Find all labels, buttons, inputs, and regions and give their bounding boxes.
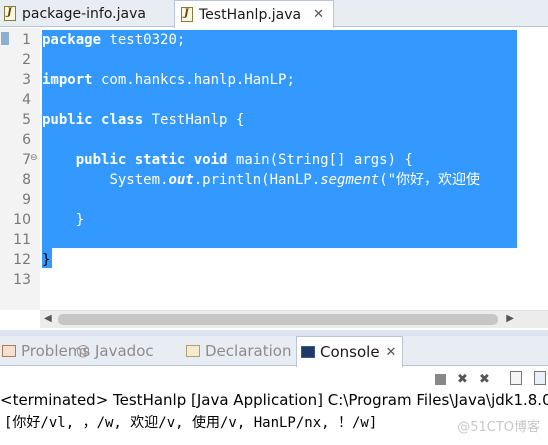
line-number: 10 — [13, 212, 31, 228]
code-line-1: package test0320; — [42, 30, 185, 50]
terminate-icon[interactable] — [435, 374, 446, 385]
panel-tab-bar: Problems @ Javadoc Declaration Console ✕ — [0, 336, 548, 367]
pin-console-icon[interactable] — [534, 371, 546, 385]
code-text: TestHanlp { — [143, 112, 245, 128]
line-number: 4 — [22, 92, 31, 108]
keyword: import — [42, 72, 93, 88]
code-editor[interactable]: 1 2 3 4 5 6 7 8 9 10 11 12 13 ⊖ package … — [0, 28, 548, 330]
tab-console[interactable]: Console ✕ — [296, 336, 404, 367]
text-selection — [42, 30, 517, 248]
line-number: 12 — [13, 252, 31, 268]
line-number: 6 — [22, 132, 31, 148]
remove-all-terminated-icon[interactable]: ✖ — [479, 372, 490, 387]
close-icon[interactable]: ✕ — [386, 345, 397, 360]
line-number: 1 — [22, 32, 31, 48]
watermark: @51CTO博客 — [457, 420, 540, 435]
code-text: ("你好，欢迎使 — [379, 172, 481, 188]
scroll-left-icon[interactable]: ◀ — [44, 313, 52, 324]
java-file-icon: J — [181, 7, 193, 22]
tab-declaration[interactable]: Declaration — [186, 336, 291, 366]
keyword: package — [42, 32, 102, 48]
code-line-7: public static void main(String[] args) { — [42, 150, 413, 170]
tab-label: Javadoc — [95, 342, 154, 360]
declaration-icon — [186, 345, 200, 357]
keyword: public — [42, 112, 93, 128]
static-field: out — [168, 172, 194, 188]
keyword: public — [75, 152, 127, 168]
problems-icon — [2, 345, 16, 357]
line-number: 3 — [22, 72, 31, 88]
code-text: } — [75, 212, 85, 228]
java-file-icon: J — [4, 6, 16, 21]
code-text: main(String[] args) { — [227, 152, 413, 168]
tab-label: Console — [320, 343, 380, 361]
keyword: static — [134, 152, 186, 168]
console-icon — [301, 346, 315, 358]
code-text: .println(HanLP. — [193, 172, 321, 188]
code-text: com.hankcs.hanlp.HanLP; — [92, 72, 295, 88]
line-number: 2 — [22, 52, 31, 68]
keyword: class — [101, 112, 144, 128]
line-number: 9 — [22, 192, 31, 208]
line-number: 8 — [22, 172, 31, 188]
tab-package-info[interactable]: J package-info.java — [0, 0, 170, 27]
current-line-marker — [1, 32, 9, 45]
code-line-12: } — [42, 250, 50, 270]
clear-console-icon[interactable] — [510, 371, 522, 385]
code-line-8: System.out.println(HanLP.segment("你好，欢迎使 — [42, 170, 480, 190]
scrollbar-thumb[interactable] — [58, 314, 498, 325]
tab-label: package-info.java — [22, 5, 146, 22]
code-line-5: public class TestHanlp { — [42, 110, 244, 130]
line-number: 5 — [22, 112, 31, 128]
console-status: <terminated> TestHanlp [Java Application… — [0, 391, 548, 409]
code-text: } — [42, 252, 51, 268]
line-number: 13 — [13, 272, 31, 288]
static-method: segment — [320, 172, 380, 188]
close-icon[interactable]: ✕ — [313, 7, 324, 22]
line-number: 11 — [13, 232, 31, 248]
scroll-right-icon[interactable]: ▶ — [506, 313, 514, 324]
code-text: test0320; — [101, 32, 186, 48]
fold-collapse-icon[interactable]: ⊖ — [30, 153, 38, 163]
tab-label: TestHanlp.java — [199, 6, 302, 23]
code-line-10: } — [42, 210, 84, 230]
code-text-area[interactable]: package test0320; import com.hankcs.hanl… — [40, 28, 548, 310]
keyword: void — [193, 152, 228, 168]
tab-testhanlp[interactable]: J TestHanlp.java ✕ — [174, 0, 334, 28]
console-output: [你好/vl, ，/w, 欢迎/v, 使用/v, HanLP/nx, ！/w] — [4, 415, 378, 431]
editor-tab-bar: J package-info.java J TestHanlp.java ✕ — [0, 0, 548, 28]
line-number-gutter: 1 2 3 4 5 6 7 8 9 10 11 12 13 ⊖ — [0, 28, 40, 310]
code-text: System. — [109, 172, 169, 188]
tab-javadoc[interactable]: @ Javadoc — [76, 336, 154, 366]
code-line-3: import com.hankcs.hanlp.HanLP; — [42, 70, 295, 90]
at-icon: @ — [76, 343, 90, 359]
tab-label: Declaration — [205, 342, 292, 360]
horizontal-scrollbar[interactable]: ◀ ▶ — [40, 310, 548, 328]
remove-launch-icon[interactable]: ✖ — [457, 372, 468, 387]
